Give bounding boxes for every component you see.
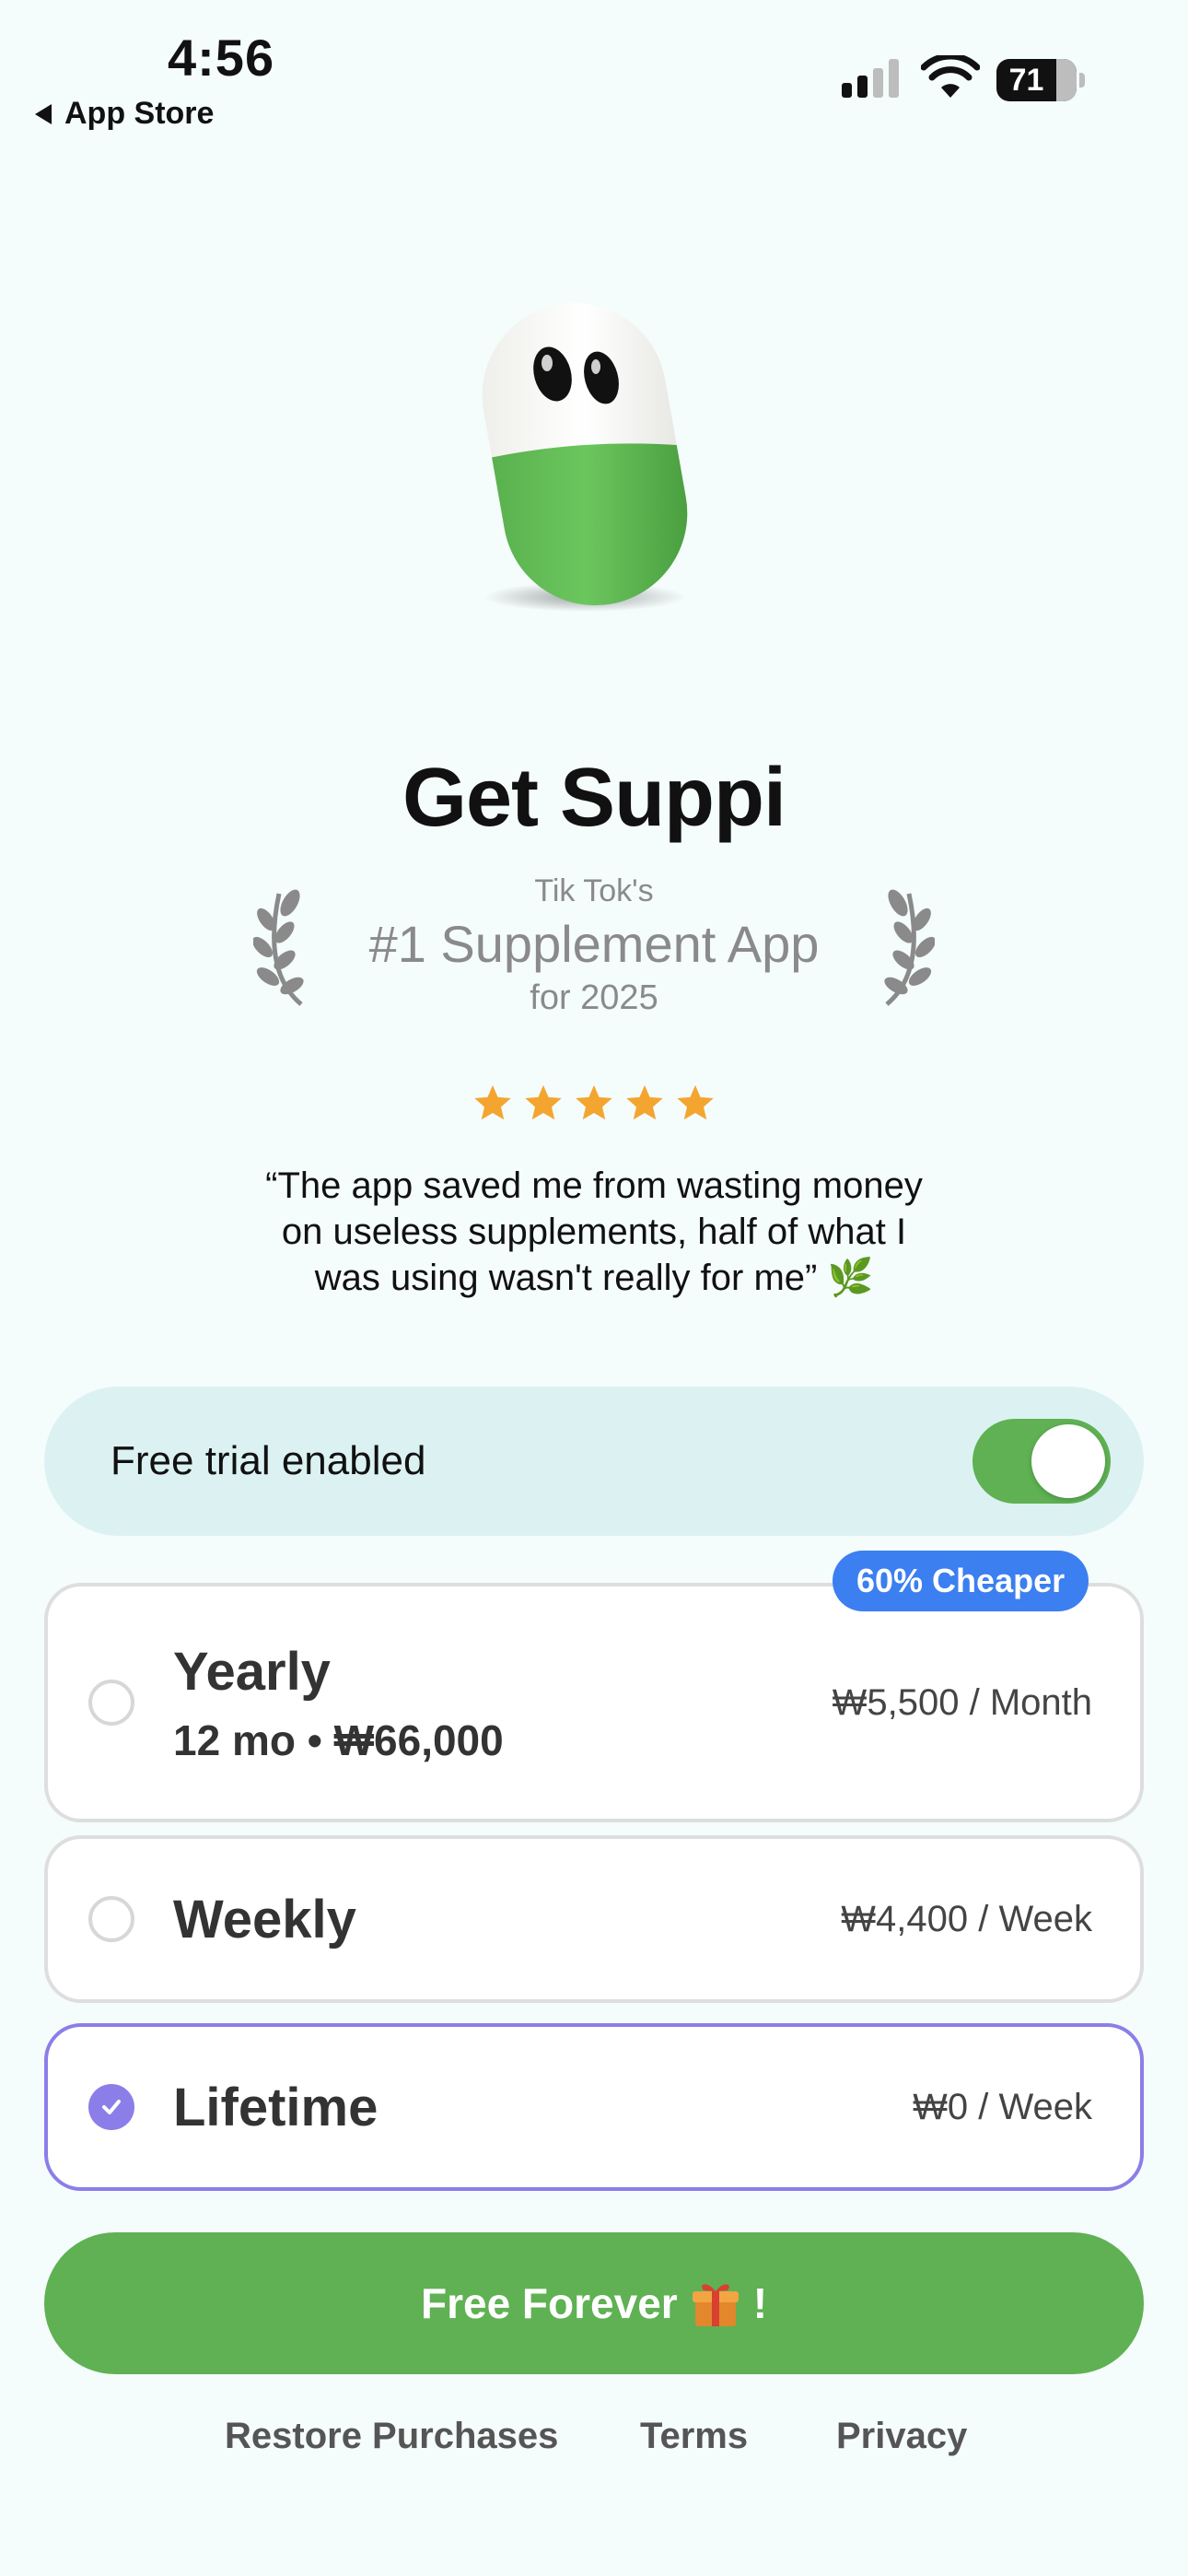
- award-top-text: Tik Tok's: [534, 873, 654, 908]
- wifi-icon: [921, 55, 980, 98]
- page-title: Get Suppi: [402, 752, 786, 844]
- terms-link[interactable]: Terms: [640, 2416, 748, 2457]
- star-icon: [626, 1084, 663, 1120]
- star-icon: [525, 1084, 562, 1120]
- plan-weekly-price: ₩4,400 / Week: [841, 1898, 1092, 1939]
- gift-icon: [692, 2284, 739, 2326]
- pill-mascot-image: [467, 293, 703, 620]
- privacy-link[interactable]: Privacy: [836, 2416, 967, 2457]
- testimonial-quote: “The app saved me from wasting money on …: [265, 1165, 923, 1298]
- toggle-knob: [1031, 1424, 1105, 1498]
- free-forever-button[interactable]: Free Forever !: [44, 2232, 1144, 2374]
- back-to-app-store[interactable]: App Store: [35, 96, 214, 132]
- plan-yearly-name: Yearly: [173, 1641, 331, 1702]
- status-time: 4:56: [168, 29, 275, 87]
- restore-purchases-link[interactable]: Restore Purchases: [225, 2416, 558, 2457]
- plan-lifetime-name: Lifetime: [173, 2077, 379, 2137]
- award-bottom-text: for 2025: [530, 978, 658, 1017]
- back-arrow-icon: [35, 103, 52, 124]
- plan-lifetime-price: ₩0 / Week: [913, 2086, 1092, 2127]
- plan-lifetime-radio[interactable]: [88, 2084, 134, 2130]
- award-main-text: #1 Supplement App: [368, 915, 820, 973]
- plan-lifetime[interactable]: Lifetime ₩0 / Week: [44, 2023, 1144, 2191]
- plan-weekly-name: Weekly: [173, 1889, 356, 1950]
- cellular-signal-icon: [842, 59, 899, 98]
- checkmark-icon: [102, 2100, 121, 2114]
- plan-yearly[interactable]: Yearly 12 mo • ₩66,000 ₩5,500 / Month: [44, 1583, 1144, 1822]
- plan-weekly-radio[interactable]: [88, 1896, 134, 1942]
- free-trial-row[interactable]: Free trial enabled: [44, 1387, 1144, 1536]
- cta-label: Free Forever: [420, 2279, 678, 2327]
- battery-icon: 71: [996, 59, 1085, 101]
- discount-badge: 60% Cheaper: [833, 1551, 1089, 1611]
- plan-yearly-price: ₩5,500 / Month: [832, 1681, 1092, 1723]
- cta-suffix: !: [752, 2279, 768, 2327]
- paywall-screen: 4:56 App Store 71 Get Suppi Tik Tok's #1…: [0, 0, 1188, 2576]
- plan-weekly[interactable]: Weekly ₩4,400 / Week: [44, 1835, 1144, 2003]
- free-trial-toggle[interactable]: [973, 1419, 1111, 1504]
- battery-level: 71: [1008, 62, 1044, 98]
- free-trial-label: Free trial enabled: [111, 1438, 426, 1483]
- back-label: App Store: [64, 96, 215, 131]
- star-icon: [576, 1084, 612, 1120]
- plan-yearly-radio[interactable]: [88, 1680, 134, 1726]
- star-icon: [474, 1084, 511, 1120]
- rating-stars: [0, 1083, 1188, 1125]
- plan-yearly-subtitle: 12 mo • ₩66,000: [173, 1715, 504, 1764]
- award-badge: Tik Tok's #1 Supplement App for 2025: [0, 871, 1188, 1018]
- star-icon: [677, 1084, 714, 1120]
